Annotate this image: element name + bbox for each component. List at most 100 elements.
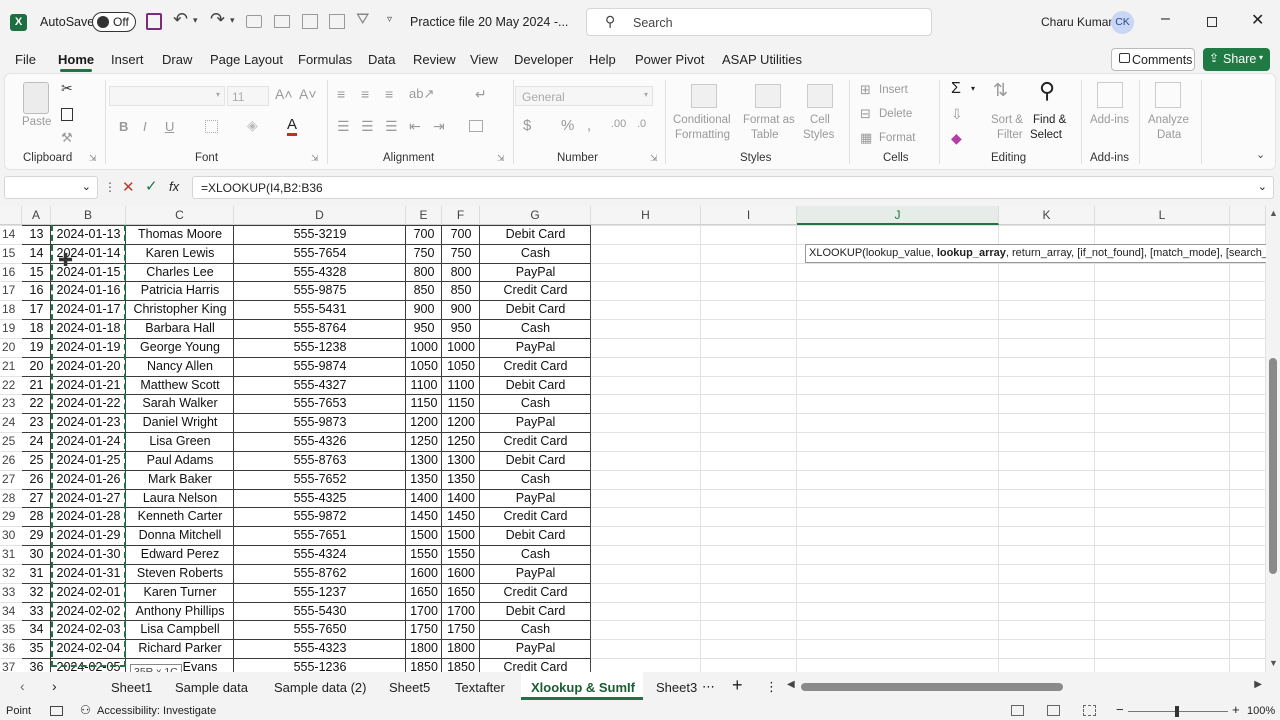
cell-styles-label[interactable]: Cell: [810, 114, 830, 126]
undo-icon[interactable]: ↶: [173, 9, 188, 30]
cell-id[interactable]: 36: [22, 660, 51, 672]
format-painter-icon[interactable]: ⚒: [61, 130, 73, 146]
cell-id[interactable]: 35: [22, 641, 51, 655]
delete-cells-label[interactable]: Delete: [879, 108, 912, 120]
checkbox-icon[interactable]: [329, 14, 345, 29]
delete-cells-icon[interactable]: ⊟: [860, 106, 871, 122]
zoom-in-icon[interactable]: +: [1232, 702, 1240, 717]
tab-developer[interactable]: Developer: [514, 52, 573, 67]
font-color-icon[interactable]: A: [287, 116, 298, 136]
number-launcher-icon[interactable]: ⇲: [650, 153, 658, 164]
cell-id[interactable]: 27: [22, 491, 51, 505]
format-as-table-label-2[interactable]: Table: [751, 129, 779, 141]
clear-icon[interactable]: ◆: [951, 130, 962, 147]
form-icon[interactable]: [302, 14, 318, 29]
italic-button[interactable]: I: [143, 119, 147, 134]
formula-input[interactable]: =XLOOKUP(I4,B2:B36 ⌄: [192, 176, 1274, 199]
font-size-box[interactable]: 11: [227, 86, 269, 106]
increase-indent-icon[interactable]: ⇥: [433, 118, 445, 135]
scroll-left-icon[interactable]: ◀: [787, 679, 795, 690]
alignment-launcher-icon[interactable]: ⇲: [497, 153, 505, 164]
picture-icon[interactable]: [274, 15, 290, 28]
underline-button[interactable]: U: [165, 119, 174, 134]
share-button[interactable]: ⇪ Share ▾: [1203, 48, 1270, 71]
column-header-l[interactable]: L: [1095, 206, 1230, 225]
copy-icon[interactable]: [61, 108, 73, 121]
column-header-h[interactable]: H: [591, 206, 701, 225]
format-as-table-label[interactable]: Format as: [743, 114, 795, 126]
column-header-e[interactable]: E: [406, 206, 442, 225]
scroll-down-icon[interactable]: ▼: [1269, 658, 1278, 668]
borders-icon[interactable]: [205, 120, 218, 133]
sheet-tab-sample-data[interactable]: Sample data: [175, 680, 248, 695]
row-header[interactable]: 21: [0, 359, 22, 373]
row-header[interactable]: 35: [0, 622, 22, 636]
column-header-i[interactable]: I: [701, 206, 797, 225]
more-options-icon[interactable]: ⋮: [104, 180, 116, 194]
column-header-k[interactable]: K: [999, 206, 1095, 225]
tab-asap-utilities[interactable]: ASAP Utilities: [722, 52, 802, 67]
cell-id[interactable]: 20: [22, 359, 51, 373]
row-header[interactable]: 20: [0, 340, 22, 354]
find-select-icon[interactable]: ⚲: [1039, 78, 1055, 104]
accessibility-icon[interactable]: ⚇: [80, 703, 91, 717]
analyze-data-label[interactable]: Analyze: [1148, 114, 1189, 126]
cell-id[interactable]: 31: [22, 566, 51, 580]
row-header[interactable]: 22: [0, 378, 22, 392]
horizontal-scrollbar[interactable]: ◀ ▶: [787, 679, 1262, 694]
cell-id[interactable]: 29: [22, 528, 51, 542]
sort-filter-icon[interactable]: ⇅: [993, 80, 1008, 101]
select-all-corner[interactable]: [0, 206, 22, 225]
sheet-tab-sheet3[interactable]: Sheet3: [656, 680, 697, 695]
undo-dropdown-icon[interactable]: ▾: [193, 15, 198, 26]
align-left-icon[interactable]: ☰: [337, 118, 350, 135]
row-header[interactable]: 17: [0, 283, 22, 297]
row-header[interactable]: 37: [0, 660, 22, 672]
align-center-icon[interactable]: ☰: [361, 118, 374, 135]
search-box[interactable]: ⚲ Search: [586, 8, 932, 36]
tab-page-layout[interactable]: Page Layout: [210, 52, 283, 67]
collapse-ribbon-icon[interactable]: ⌄: [1256, 148, 1265, 161]
expand-formula-icon[interactable]: ⌄: [1258, 180, 1267, 193]
redo-icon[interactable]: ↷: [210, 9, 225, 30]
cell-id[interactable]: 26: [22, 472, 51, 486]
user-name[interactable]: Charu Kumar: [1041, 15, 1112, 29]
next-sheet-icon[interactable]: ›: [52, 678, 57, 694]
column-header-j[interactable]: J: [797, 206, 999, 225]
percent-button[interactable]: %: [561, 117, 574, 134]
shrink-font-icon[interactable]: A˅: [299, 86, 317, 102]
cell-id[interactable]: 21: [22, 378, 51, 392]
page-layout-view-icon[interactable]: [1047, 705, 1060, 716]
comma-icon[interactable]: ,: [587, 117, 591, 134]
row-header[interactable]: 32: [0, 566, 22, 580]
cell-id[interactable]: 16: [22, 283, 51, 297]
sort-filter-label[interactable]: Sort &: [991, 114, 1023, 126]
cell-id[interactable]: 25: [22, 453, 51, 467]
cell-id[interactable]: 17: [22, 302, 51, 316]
row-header[interactable]: 24: [0, 415, 22, 429]
sheet-tab-sample-data-2[interactable]: Sample data (2): [274, 680, 367, 695]
sheet-tab-textafter[interactable]: Textafter: [455, 680, 505, 695]
sheet-options-icon[interactable]: ⋮: [765, 679, 778, 695]
cut-icon[interactable]: ✂: [61, 80, 73, 97]
cell-id[interactable]: 22: [22, 396, 51, 410]
fill-color-icon[interactable]: ◈: [247, 117, 258, 134]
close-icon[interactable]: ✕: [1251, 10, 1264, 30]
column-header-b[interactable]: B: [51, 206, 126, 225]
row-header[interactable]: 23: [0, 396, 22, 410]
decrease-decimal-icon[interactable]: .0: [637, 118, 646, 130]
cell-id[interactable]: 19: [22, 340, 51, 354]
tab-file[interactable]: File: [15, 52, 36, 67]
analyze-data-icon[interactable]: [1155, 82, 1181, 108]
row-header[interactable]: 18: [0, 302, 22, 316]
cell-styles-label-2[interactable]: Styles: [803, 129, 834, 141]
row-header[interactable]: 31: [0, 547, 22, 561]
sheet-tab-sheet1[interactable]: Sheet1: [111, 680, 152, 695]
decrease-indent-icon[interactable]: ⇤: [409, 118, 421, 135]
tab-home[interactable]: Home: [58, 52, 94, 67]
cell-id[interactable]: 30: [22, 547, 51, 561]
align-right-icon[interactable]: ☰: [385, 118, 398, 135]
vertical-scrollbar[interactable]: ▲ ▼: [1266, 206, 1280, 672]
column-header-d[interactable]: D: [234, 206, 406, 225]
column-header-c[interactable]: C: [126, 206, 234, 225]
